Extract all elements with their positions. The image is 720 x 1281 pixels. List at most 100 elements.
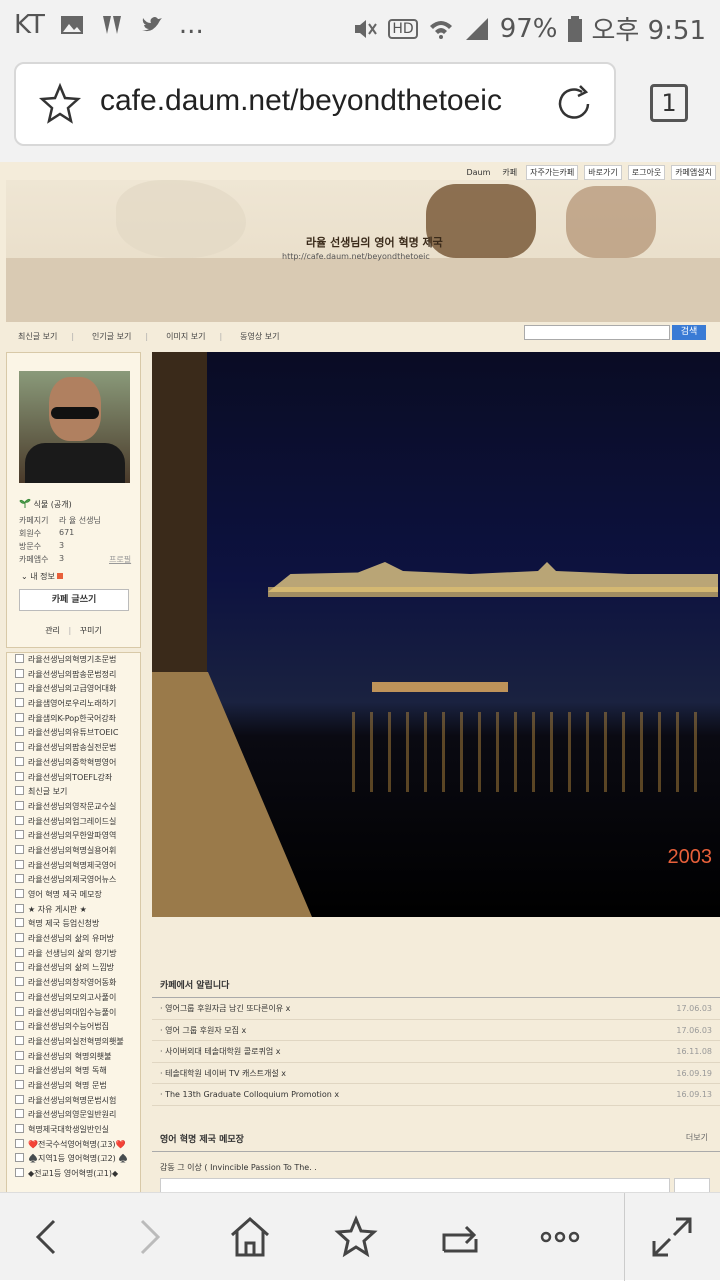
decorate-link[interactable]: 꾸미기 [80, 626, 102, 635]
board-link[interactable]: 라율선생님의TOEFL강좌 [7, 771, 140, 786]
forward-icon[interactable] [126, 1215, 170, 1259]
board-link[interactable]: 라율샘영어로우리노래하기 [7, 697, 140, 712]
notice-text[interactable]: 영어 그룹 후원자 모집 x [165, 1026, 246, 1035]
board-link[interactable]: 라율선생님의팝송문법정리 [7, 668, 140, 683]
profile-value: 3 [59, 541, 65, 550]
profile-value[interactable]: 라 율 선생님 [59, 515, 101, 526]
cafe-search-input[interactable] [524, 325, 670, 340]
app-notification-icon [102, 16, 121, 34]
menu-divider: | [219, 331, 223, 341]
profile-link[interactable]: 프로필 [109, 554, 131, 565]
notice-row[interactable]: · 테솔대학원 네이버 TV 캐스트개설 x 16.09.19 [152, 1063, 720, 1085]
board-link[interactable]: 라율선생님의무한알파영역 [7, 829, 140, 844]
bookmark-star-icon[interactable] [38, 82, 82, 126]
fullscreen-icon[interactable] [650, 1215, 694, 1259]
board-link[interactable]: 라율선생님의고급영어대화 [7, 682, 140, 697]
banner-photo-secondary [566, 186, 656, 258]
board-link[interactable]: 라율선생님의영작문교수실 [7, 800, 140, 815]
topnav-favorites[interactable]: 자주가는카페 [526, 164, 579, 180]
notice-row[interactable]: · 사이버외대 테솔대학원 콜로퀴엄 x 16.11.08 [152, 1041, 720, 1063]
board-link[interactable]: 혁명제국대학생일반인실 [7, 1123, 140, 1138]
menu-divider: | [145, 331, 149, 341]
hd-badge: HD [388, 18, 418, 39]
menu-recent-posts[interactable]: 최신글 보기 [18, 331, 57, 342]
notice-row[interactable]: · The 13th Graduate Colloquium Promotion… [152, 1084, 720, 1106]
board-link[interactable]: 라율선생님의혁명제국영어 [7, 859, 140, 874]
notice-row[interactable]: · 영어그룹 후원자금 남긴 또다른이유 x 17.06.03 [152, 998, 720, 1020]
board-link[interactable]: 최신글 보기 [7, 785, 140, 800]
memo-submit-button[interactable] [674, 1178, 710, 1192]
topnav-shortcuts[interactable]: 바로가기 [584, 164, 622, 180]
board-link[interactable]: 라율선생님의모의고사풀이 [7, 991, 140, 1006]
board-link[interactable]: 라율선생님의 혁명의횃불 [7, 1050, 140, 1065]
bottom-bar-divider [624, 1193, 625, 1281]
memo-input[interactable] [160, 1178, 670, 1192]
board-link[interactable]: 라율선생님의제국영어뉴스 [7, 873, 140, 888]
board-link[interactable]: 라율선생님의수능어법집 [7, 1020, 140, 1035]
board-link[interactable]: 영어 혁명 제국 메모장 [7, 888, 140, 903]
castle-lights [268, 587, 718, 597]
board-link[interactable]: 라율선생님의 혁명 독해 [7, 1064, 140, 1079]
board-link[interactable]: 라율선생님의영문일반원리 [7, 1108, 140, 1123]
notice-text[interactable]: The 13th Graduate Colloquium Promotion x [165, 1090, 339, 1099]
photo-date-stamp: 2003 [667, 846, 713, 868]
profile-value: 3 [59, 554, 65, 563]
share-icon[interactable] [438, 1215, 482, 1259]
notice-row[interactable]: · 영어 그룹 후원자 모집 x 17.06.03 [152, 1020, 720, 1042]
cafe-banner[interactable]: 라율 선생님의 영어 혁명 제국 http://cafe.daum.net/be… [6, 180, 720, 322]
profile-row-visits: 방문수 3 [19, 541, 64, 552]
memo-more-link[interactable]: 더보기 [686, 1132, 708, 1143]
board-link[interactable]: 라율선생님의혁명기초문법 [7, 653, 140, 668]
board-link[interactable]: ★ 자유 게시판 ★ [7, 903, 140, 918]
bookmarks-star-icon[interactable] [334, 1215, 378, 1259]
board-link[interactable]: 라율선생님의중학혁명영어 [7, 756, 140, 771]
wifi-icon [429, 20, 452, 39]
board-link[interactable]: 라율선생님의창작영어동화 [7, 976, 140, 991]
memo-section: 영어 혁명 제국 메모장 더보기 감동 그 이상 ( Invincible Pa… [152, 1126, 720, 1192]
board-link[interactable]: 라율선생님의 혁명 문법 [7, 1079, 140, 1094]
notice-text[interactable]: 테솔대학원 네이버 TV 캐스트개설 x [165, 1069, 286, 1078]
board-link[interactable]: 라율선생님의혁명실용어휘 [7, 844, 140, 859]
notice-text[interactable]: 영어그룹 후원자금 남긴 또다른이유 x [165, 1004, 290, 1013]
board-link[interactable]: 라율선생님의유튜브TOEIC [7, 726, 140, 741]
back-icon[interactable] [26, 1215, 70, 1259]
board-link[interactable]: 라율 선생님의 삶의 향기방 [7, 947, 140, 962]
admin-link[interactable]: 관리 [45, 626, 60, 635]
board-link[interactable]: ❤️전국수석영어혁명(고3)❤️ [7, 1138, 140, 1153]
reload-icon[interactable] [552, 82, 596, 126]
topnav-cafe[interactable]: 카페 [499, 166, 520, 179]
tab-count-button[interactable]: 1 [650, 84, 688, 122]
profile-label: 카페앱수 [19, 555, 49, 564]
board-link[interactable]: 라율선생님의팝송실전문법 [7, 741, 140, 756]
board-link[interactable]: 라율선생님의 삶의 유머방 [7, 932, 140, 947]
cafe-url: http://cafe.daum.net/beyondthetoeic [282, 252, 430, 261]
menu-popular-posts[interactable]: 인기글 보기 [92, 331, 131, 342]
board-link[interactable]: 라율선생님의실전혁명의횃불 [7, 1035, 140, 1050]
board-link[interactable]: 라율선생님의대입수능풀이 [7, 1006, 140, 1021]
board-link[interactable]: 라율선생님의혁명문법시험 [7, 1094, 140, 1109]
topnav-install-app[interactable]: 카페앱설치 [671, 164, 716, 180]
board-link[interactable]: 라율샘의K-Pop한국어강좌 [7, 712, 140, 727]
my-info-toggle[interactable]: ⌄ 내 정보 [21, 571, 64, 582]
board-link[interactable]: ◆전교1등 영어혁명(고1)◆ [7, 1167, 140, 1182]
menu-images[interactable]: 이미지 보기 [166, 331, 205, 342]
cafe-search-button[interactable]: 검색 [672, 325, 706, 340]
address-bar[interactable]: cafe.daum.net/beyondthetoeic [14, 62, 616, 146]
cafe-level-label: 식물 (공개) [33, 500, 72, 509]
board-link[interactable]: ♠️지역1등 영어혁명(고2) ♠️ [7, 1152, 140, 1167]
menu-videos[interactable]: 동영상 보기 [240, 331, 279, 342]
topnav-logout[interactable]: 로그아웃 [627, 164, 666, 180]
topnav-daum[interactable]: Daum [463, 167, 493, 178]
board-link[interactable]: 라율선생님의업그레이드실 [7, 815, 140, 830]
home-icon[interactable] [228, 1215, 272, 1259]
board-link[interactable]: 라율선생님의 삶의 느낌방 [7, 961, 140, 976]
chevron-down-icon: ⌄ [21, 572, 28, 581]
url-text[interactable]: cafe.daum.net/beyondthetoeic [100, 84, 502, 118]
cafe-write-button[interactable]: 카페 글쓰기 [19, 589, 129, 611]
notice-text[interactable]: 사이버외대 테솔대학원 콜로퀴엄 x [165, 1047, 280, 1056]
board-link[interactable]: 혁명 제국 등업신청방 [7, 917, 140, 932]
more-menu-icon[interactable] [538, 1215, 582, 1259]
profile-row-members: 회원수 671 [19, 528, 74, 539]
new-badge-icon [57, 573, 64, 579]
board-list: 라율선생님의혁명기초문법 라율선생님의팝송문법정리 라율선생님의고급영어대화 라율샘영… [6, 652, 141, 1192]
